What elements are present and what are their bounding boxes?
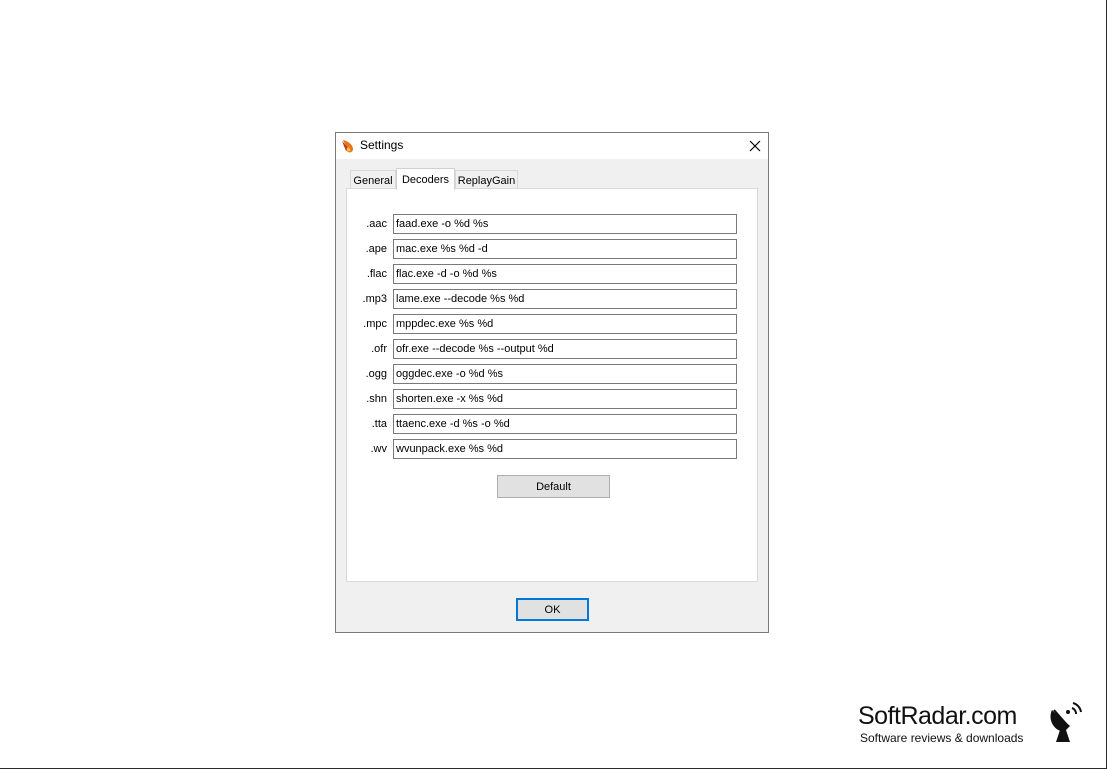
watermark-name: SoftRadar.com <box>858 702 1017 730</box>
ext-label-wv: .wv <box>370 443 388 455</box>
decoder-command-aac[interactable] <box>393 214 737 234</box>
ok-button[interactable]: OK <box>516 598 589 621</box>
tab-replaygain[interactable]: ReplayGain <box>455 170 518 190</box>
watermark-tagline: Software reviews & downloads <box>860 731 1024 745</box>
decoder-command-mpc[interactable] <box>393 314 737 334</box>
close-button[interactable] <box>742 133 768 159</box>
decoder-command-ofr[interactable] <box>393 339 737 359</box>
ext-label-tta: .tta <box>371 418 387 430</box>
decoder-command-mp3[interactable] <box>393 289 737 309</box>
decoder-command-ogg[interactable] <box>393 364 737 384</box>
decoder-command-wv[interactable] <box>393 439 737 459</box>
softradar-watermark: SoftRadar.com Software reviews & downloa… <box>858 700 1088 750</box>
close-icon <box>749 140 761 152</box>
ext-label-ofr: .ofr <box>371 343 387 355</box>
decoder-command-ape[interactable] <box>393 239 737 259</box>
decoder-command-flac[interactable] <box>393 264 737 284</box>
decoder-command-tta[interactable] <box>393 414 737 434</box>
title-bar: Settings <box>336 133 768 159</box>
ext-label-ogg: .ogg <box>365 368 387 380</box>
ext-label-aac: .aac <box>366 218 387 230</box>
tab-decoders[interactable]: Decoders <box>396 168 455 190</box>
default-button[interactable]: Default <box>497 475 610 498</box>
ext-label-mp3: .mp3 <box>362 293 387 305</box>
decoders-panel: .aac .ape .flac .mp3 .mpc .ofr .ogg .shn… <box>346 188 758 582</box>
decoder-command-shn[interactable] <box>393 389 737 409</box>
settings-dialog: Settings General Decoders ReplayGain .aa… <box>335 132 769 633</box>
dialog-title: Settings <box>360 138 404 152</box>
ext-label-flac: .flac <box>366 268 387 280</box>
ext-label-mpc: .mpc <box>363 318 387 330</box>
tab-general[interactable]: General <box>350 170 396 190</box>
ext-label-shn: .shn <box>366 393 387 405</box>
ext-label-ape: .ape <box>365 243 387 255</box>
flame-app-icon <box>340 138 356 154</box>
satellite-dish-icon <box>1046 700 1086 744</box>
